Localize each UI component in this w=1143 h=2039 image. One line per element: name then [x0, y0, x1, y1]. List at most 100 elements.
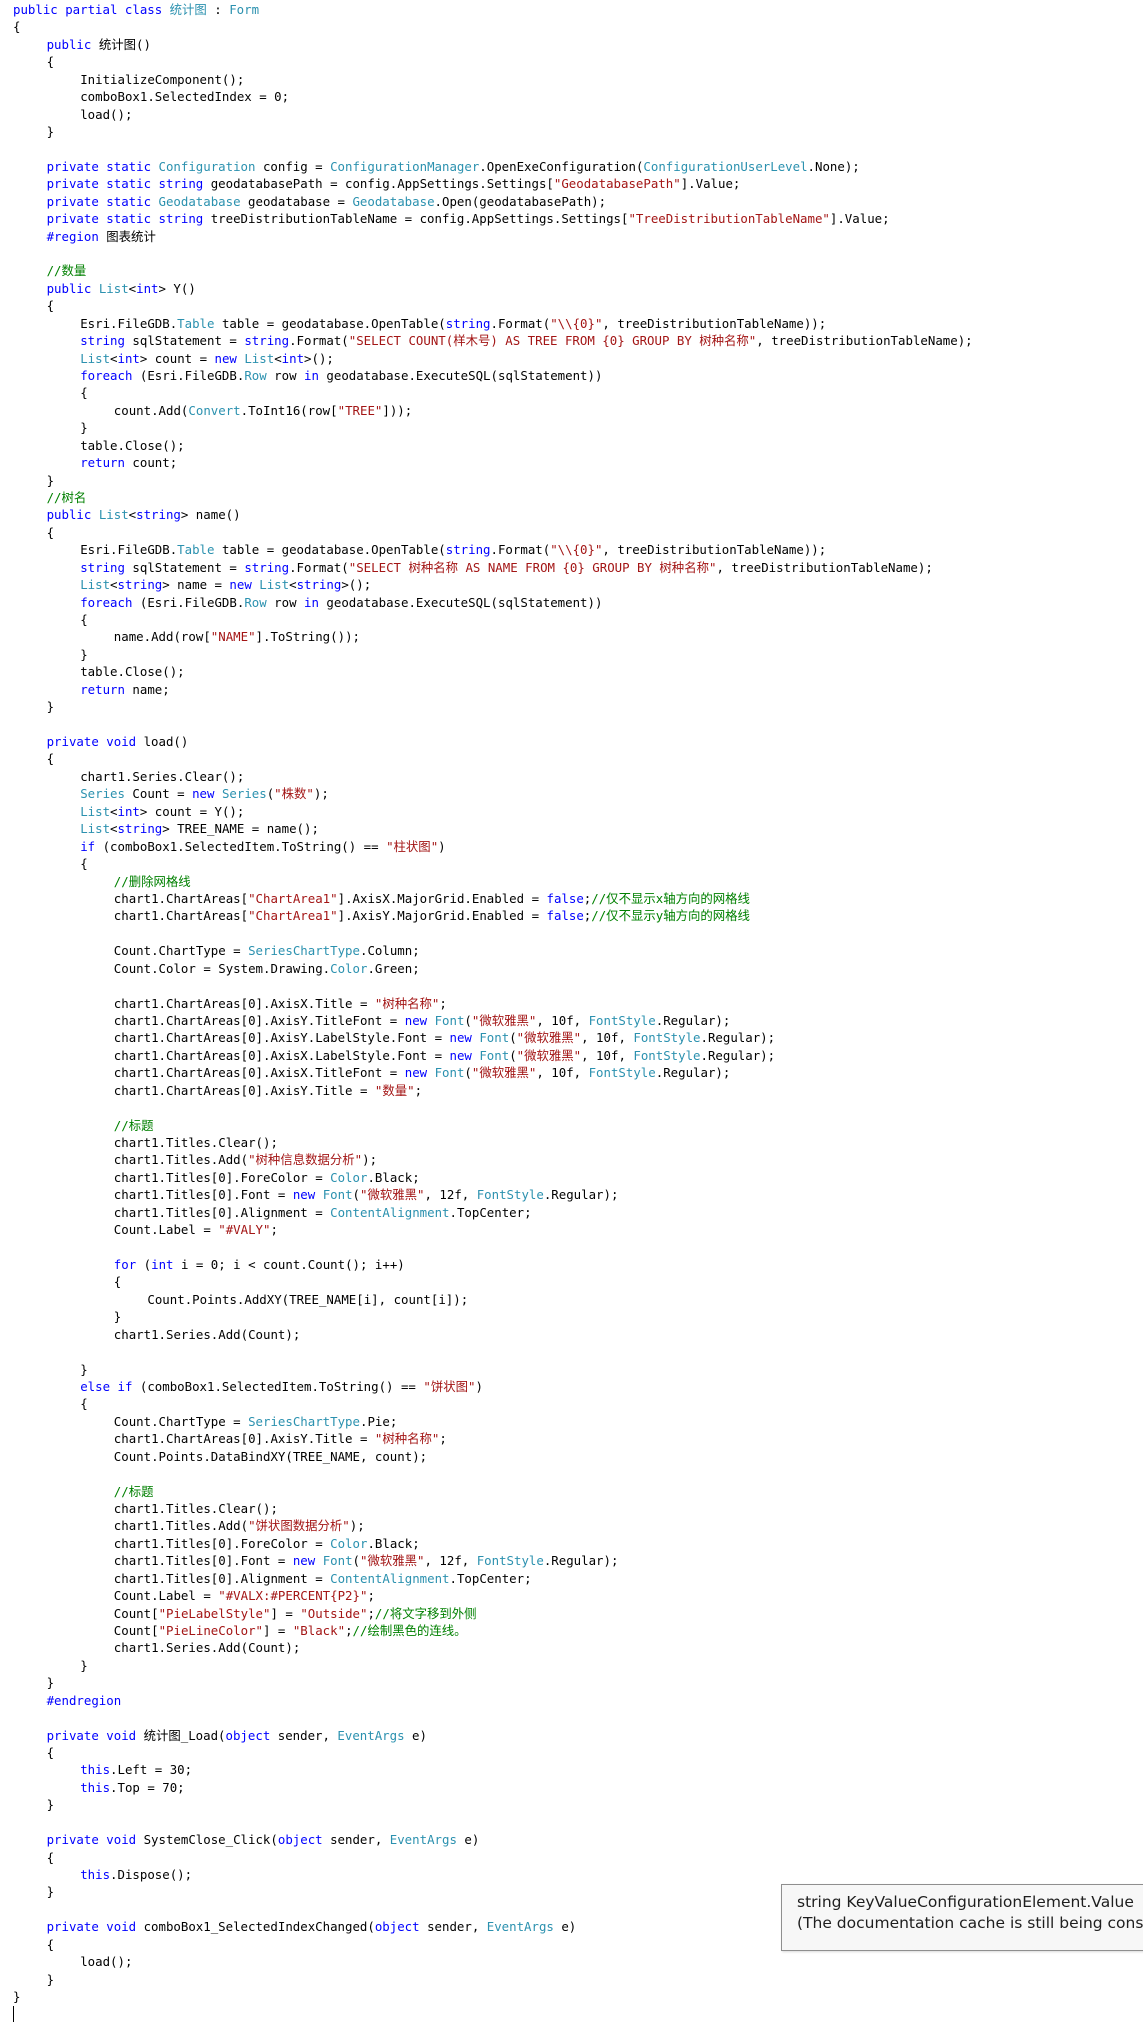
- code-token: Count.Label =: [113, 1222, 219, 1238]
- code-token: Geodatabase: [158, 193, 241, 209]
- code-token: string: [80, 333, 133, 349]
- quickinfo-tooltip: string KeyValueConfigurationElement.Valu…: [781, 1884, 1143, 1951]
- code-line: #endregion: [47, 1692, 122, 1709]
- code-token: "微软雅黑": [516, 1047, 582, 1063]
- code-token: List: [80, 577, 111, 593]
- code-line: List<int> count = Y();: [80, 803, 244, 820]
- code-line: load();: [80, 1953, 132, 1970]
- code-token: <: [110, 803, 118, 819]
- code-token: private void: [46, 1727, 144, 1743]
- code-token: }: [46, 1884, 55, 1900]
- code-token: e): [404, 1727, 427, 1743]
- code-line: }: [47, 698, 54, 715]
- code-token: Font: [322, 1187, 353, 1203]
- code-token: Count.ChartType =: [113, 943, 249, 959]
- code-token: Table: [177, 542, 215, 558]
- code-line: }: [47, 1796, 54, 1813]
- code-line: List<int> count = new List<int>();: [80, 350, 334, 367]
- code-token: this: [80, 1779, 111, 1795]
- code-token: }: [113, 1309, 122, 1325]
- code-token: //数量: [46, 263, 87, 279]
- code-line: private void load(): [47, 733, 189, 750]
- code-token: string: [244, 559, 290, 575]
- code-token: chart1.ChartAreas[: [113, 908, 249, 924]
- code-token: Series: [80, 786, 125, 802]
- code-token: "Black": [292, 1622, 346, 1638]
- code-line: }: [47, 123, 54, 140]
- code-token: {: [80, 612, 88, 628]
- code-line: Count.ChartType = SeriesChartType.Column…: [114, 942, 420, 959]
- code-line: string sqlStatement = string.Format("SEL…: [80, 559, 933, 576]
- code-token: .Dispose();: [110, 1867, 193, 1882]
- code-token: (comboBox1.SelectedItem.ToString() ==: [102, 838, 387, 854]
- code-token: Count.Points.AddXY(TREE_NAME[i], count[i…: [147, 1291, 469, 1307]
- code-token: string: [136, 507, 181, 523]
- code-token: EventArgs: [486, 1919, 554, 1935]
- code-token: public: [46, 36, 99, 52]
- code-token: (: [352, 1553, 360, 1569]
- code-token: Count.Points.DataBindXY(TREE_NAME, count…: [113, 1448, 428, 1464]
- code-line: {: [47, 1744, 54, 1761]
- code-token: row: [266, 594, 305, 610]
- code-token: private static string: [46, 211, 211, 227]
- code-token: sender,: [427, 1919, 487, 1935]
- code-line: Count["PieLineColor"] = "Black";//绘制黑色的连…: [114, 1622, 467, 1639]
- code-token: ]));: [382, 402, 413, 418]
- code-token: , 12f,: [424, 1553, 477, 1569]
- code-token: new: [404, 1012, 435, 1028]
- code-line: chart1.Series.Add(Count);: [114, 1326, 301, 1343]
- code-token: SeriesChartType: [248, 1413, 360, 1429]
- code-token: FontStyle: [476, 1187, 544, 1203]
- code-token: }: [46, 1675, 55, 1691]
- code-line: return count;: [80, 454, 177, 471]
- code-line: //树名: [47, 489, 87, 506]
- code-token: ].ToString());: [255, 629, 360, 645]
- code-token: .Column;: [359, 943, 420, 959]
- code-token: , 10f,: [536, 1012, 589, 1028]
- code-token: "饼状图数据分析": [248, 1518, 350, 1534]
- code-token: > name(): [180, 507, 241, 523]
- code-token: public: [46, 507, 99, 523]
- code-token: chart1.Titles.Add(: [113, 1518, 249, 1534]
- code-token: Configuration: [158, 158, 256, 174]
- code-token: EventArgs: [389, 1832, 457, 1848]
- code-token: (: [509, 1030, 517, 1046]
- code-token: sender,: [277, 1727, 338, 1743]
- tooltip-signature: string KeyValueConfigurationElement.Valu…: [797, 1893, 1134, 1911]
- code-editor[interactable]: public partial class 统计图 : Form{public 统…: [0, 0, 1143, 2039]
- code-token: table.Close();: [80, 664, 185, 680]
- code-token: (: [143, 1256, 152, 1272]
- code-token: chart1.ChartAreas[0].AxisX.LabelStyle.Fo…: [113, 1047, 450, 1063]
- code-line: chart1.Titles[0].Alignment = ContentAlig…: [114, 1204, 532, 1221]
- code-token: table = geodatabase.OpenTable(: [214, 542, 446, 558]
- code-line: {: [47, 524, 54, 541]
- code-token: }: [46, 1971, 55, 1987]
- code-token: //仅不显示x轴方向的网格线: [591, 890, 750, 906]
- code-token: FontStyle: [588, 1065, 656, 1081]
- code-token: {: [13, 19, 21, 35]
- code-token: (: [352, 1187, 360, 1203]
- code-token: ConfigurationUserLevel: [643, 158, 808, 174]
- code-token: .TopCenter;: [449, 1570, 532, 1586]
- code-line: }: [80, 1657, 87, 1674]
- code-line: foreach (Esri.FileGDB.Row row in geodata…: [80, 367, 602, 384]
- code-token: }: [80, 646, 88, 662]
- code-line: Count.Label = "#VALX:#PERCENT{P2}";: [114, 1587, 375, 1604]
- code-token: .OpenExeConfiguration(: [479, 158, 644, 174]
- code-token: <: [128, 280, 137, 296]
- code-line: chart1.Titles[0].ForeColor = Color.Black…: [114, 1535, 420, 1552]
- code-line: chart1.ChartAreas[0].AxisX.Title = "树种名称…: [114, 995, 447, 1012]
- code-token: geodatabase =: [240, 193, 353, 209]
- code-token: chart1.ChartAreas[: [113, 890, 249, 906]
- code-line: foreach (Esri.FileGDB.Row row in geodata…: [80, 594, 602, 611]
- code-token: }: [80, 420, 88, 436]
- code-token: 统计图_Load(: [143, 1727, 226, 1743]
- code-token: "微软雅黑": [471, 1012, 537, 1028]
- code-line: chart1.Titles[0].Font = new Font("微软雅黑",…: [114, 1552, 619, 1569]
- code-token: else if: [80, 1378, 140, 1394]
- code-token: "PieLineColor": [158, 1622, 263, 1638]
- code-token: ].Value;: [680, 176, 741, 192]
- code-token: .ToInt16(row[: [240, 402, 338, 418]
- code-token: name;: [132, 681, 170, 697]
- code-token: "GeodatabasePath": [553, 176, 681, 192]
